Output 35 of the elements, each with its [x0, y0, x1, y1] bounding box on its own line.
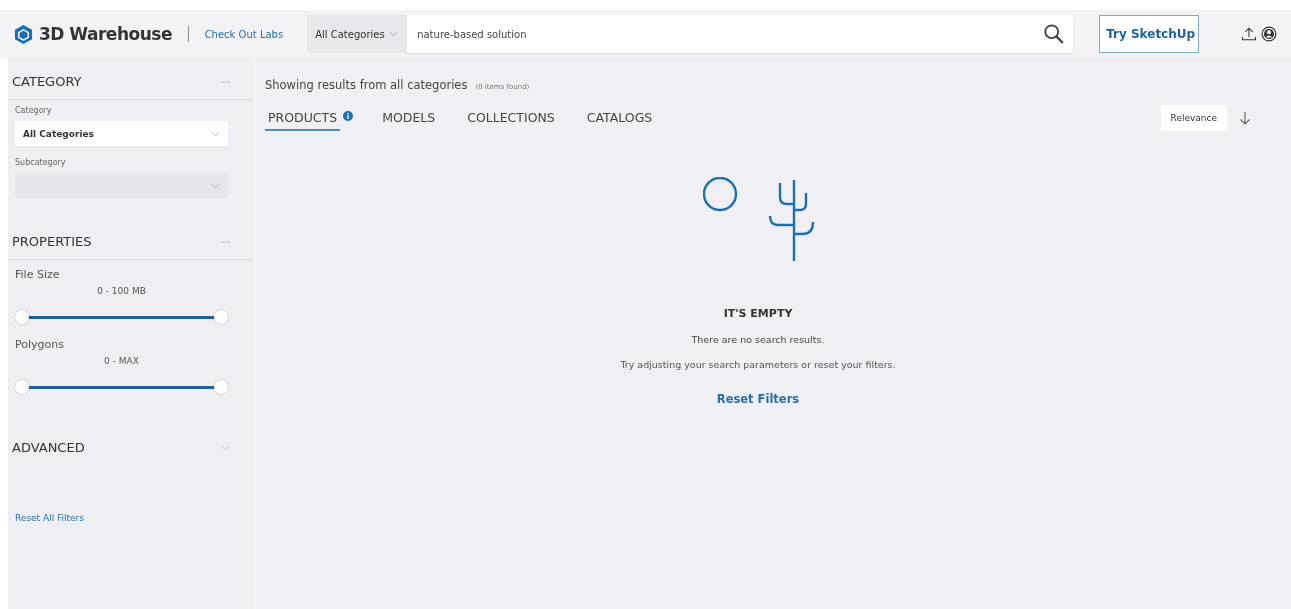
info-icon[interactable]	[343, 110, 354, 121]
select-field[interactable]: All Categories	[15, 121, 228, 146]
chevron-down-icon	[211, 130, 220, 137]
chevron-down-icon	[211, 182, 220, 189]
slider-label: File Size	[15, 268, 61, 281]
field-label: Category	[15, 106, 53, 115]
empty-hint: Try adjusting your search parameters or reset your filters.	[620, 359, 896, 370]
tab[interactable]: MODELS	[379, 110, 439, 131]
section-title: PROPERTIES	[12, 234, 92, 249]
search-box[interactable]: nature-based solution	[407, 15, 1074, 53]
tab[interactable]: CATALOGS	[583, 110, 656, 131]
section-title: CATEGORY	[12, 74, 82, 89]
slider-reading: 0 - MAX	[104, 356, 139, 366]
logo-icon	[14, 23, 33, 45]
sort-direction-icon[interactable]	[1239, 110, 1251, 125]
empty-title: IT'S EMPTY	[723, 307, 793, 320]
results-summary: Showing results from all categories	[265, 78, 468, 92]
range-slider[interactable]	[15, 380, 228, 394]
section-title: ADVANCED	[12, 440, 85, 455]
labs-link[interactable]: Check Out Labs	[204, 28, 284, 40]
sort-dropdown[interactable]: Relevance	[1160, 104, 1227, 131]
empty-message: There are no search results.	[691, 334, 825, 345]
slider-label: Polygons	[15, 338, 65, 351]
reset-filters-link[interactable]: Reset Filters	[716, 392, 800, 406]
chevron-down-icon	[388, 31, 398, 37]
category-dropdown[interactable]: All Categories	[307, 15, 408, 53]
tab[interactable]: COLLECTIONS	[464, 110, 558, 131]
search-icon[interactable]	[1043, 23, 1066, 45]
reset-all-filters-link[interactable]: Reset All Filters	[15, 513, 254, 523]
range-slider[interactable]	[15, 310, 228, 324]
slider-reading: 0 - 100 MB	[97, 286, 146, 296]
tab[interactable]: PRODUCTS	[265, 110, 341, 131]
try-sketchup-button[interactable]: Try SketchUp	[1099, 15, 1200, 53]
field-label: Subcategory	[15, 158, 67, 167]
site-logo[interactable]: 3D Warehouse	[39, 24, 172, 44]
